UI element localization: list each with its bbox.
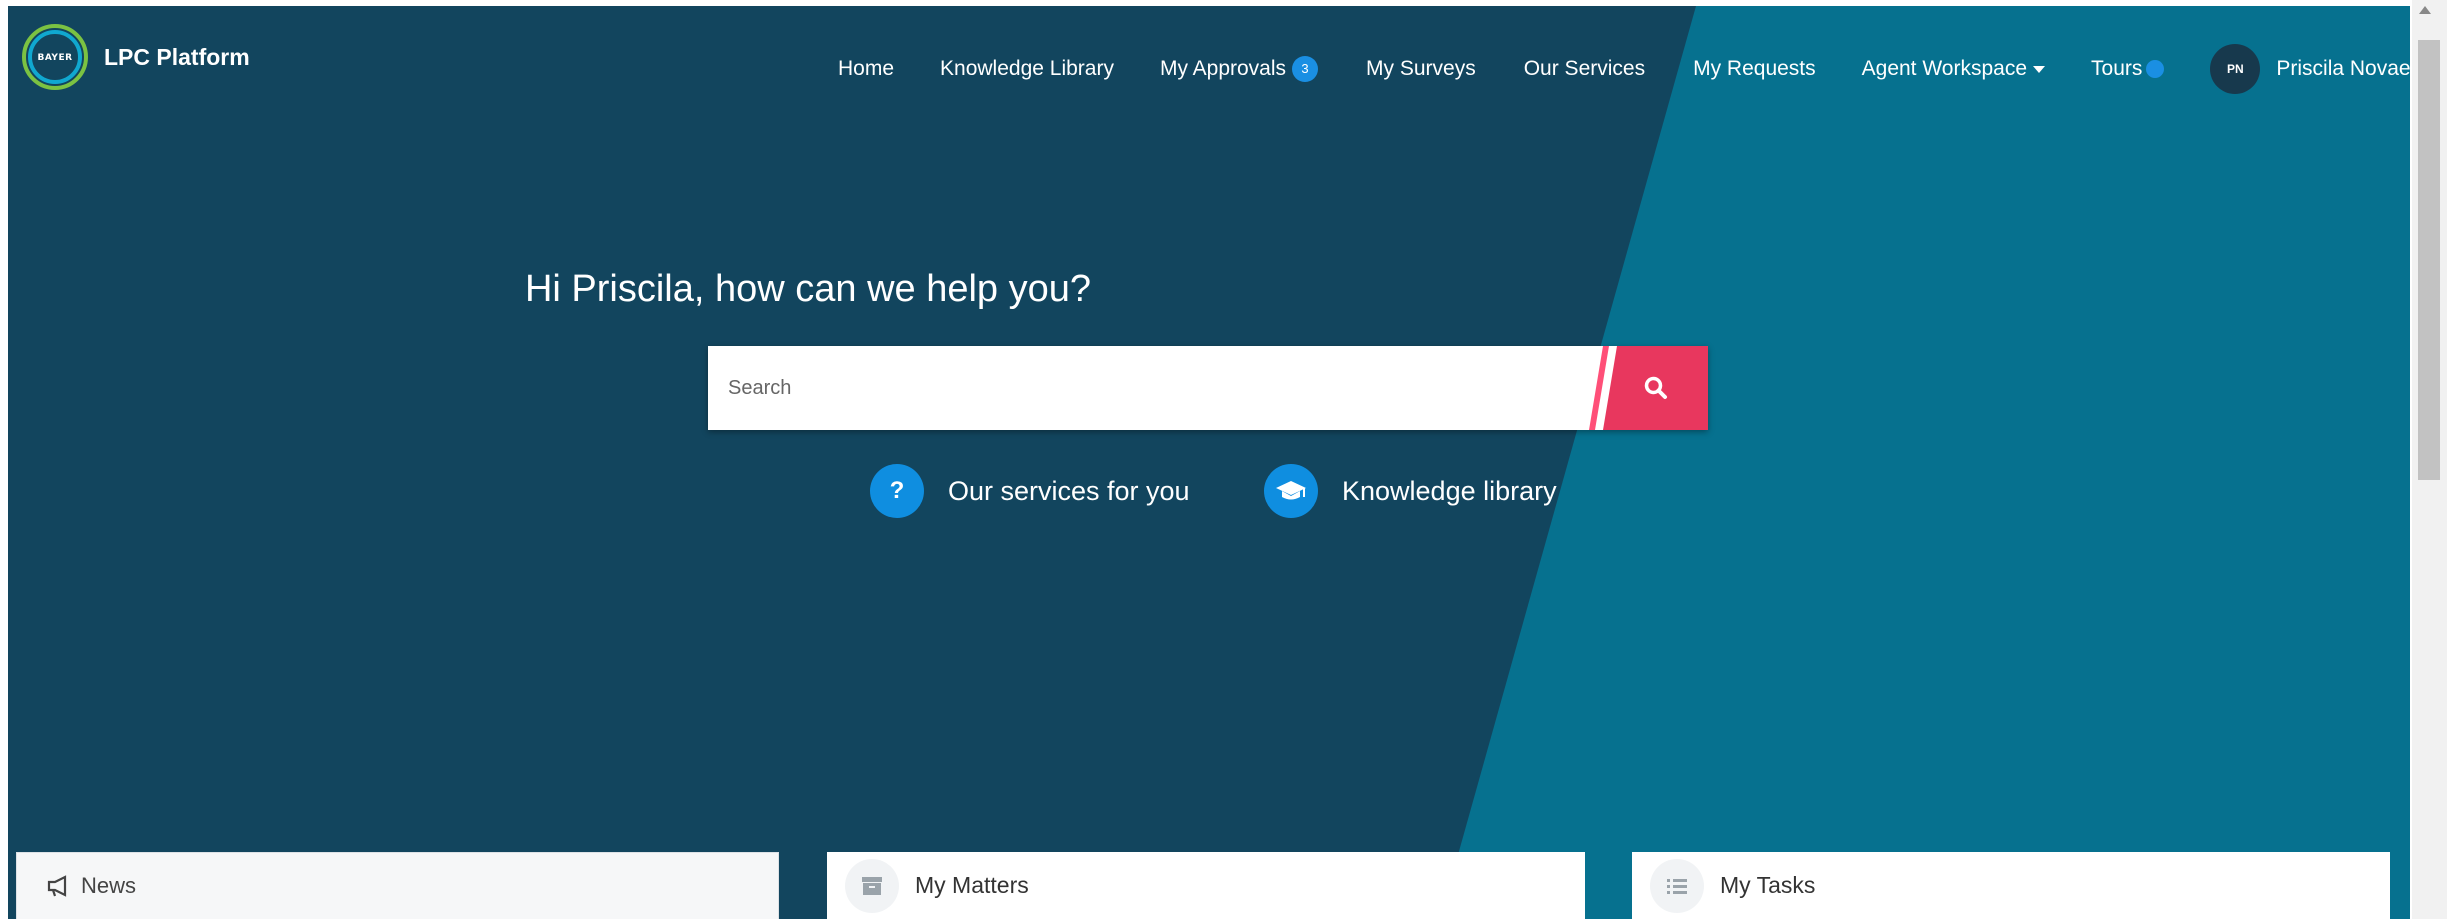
scrollbar-thumb[interactable] — [2418, 40, 2440, 480]
nav-my-approvals-label: My Approvals — [1159, 57, 1287, 80]
user-name: Priscila Novaes — [2276, 57, 2410, 80]
scroll-up-arrow-icon[interactable] — [2419, 6, 2431, 14]
question-icon: ? — [870, 464, 924, 518]
approvals-count-badge: 3 — [1292, 56, 1319, 82]
quick-link-knowledge[interactable]: Knowledge library — [1264, 464, 1557, 518]
news-title: News — [81, 873, 137, 898]
caret-down-icon — [2033, 65, 2046, 73]
quick-link-services-label: Our services for you — [948, 475, 1190, 506]
graduation-cap-icon — [1264, 464, 1318, 518]
hero-banner: BAYER LPC Platform Home Knowledge Librar… — [8, 6, 2410, 919]
news-card: News — [16, 852, 779, 919]
hero-diagonal-background — [1440, 6, 2410, 919]
nav-agent-workspace[interactable]: Agent Workspace — [1861, 57, 2046, 81]
nav-knowledge-library[interactable]: Knowledge Library — [940, 57, 1114, 81]
brand[interactable]: BAYER LPC Platform — [22, 24, 250, 90]
tours-indicator-dot — [2146, 60, 2165, 78]
nav-my-requests[interactable]: My Requests — [1693, 57, 1816, 81]
search-icon — [1644, 376, 1667, 399]
nav-menu: Home Knowledge Library My Approvals 3 My… — [838, 44, 2410, 94]
search-button[interactable] — [1603, 346, 1708, 430]
bayer-logo-icon: BAYER — [22, 24, 88, 90]
avatar: PN — [2210, 44, 2261, 94]
my-tasks-title: My Tasks — [1720, 872, 1816, 898]
search-input[interactable] — [708, 346, 1588, 430]
my-matters-title: My Matters — [915, 872, 1029, 898]
megaphone-icon — [47, 875, 67, 897]
nav-tours[interactable]: Tours — [2091, 57, 2165, 81]
logo-text: BAYER — [37, 53, 73, 63]
nav-tours-label: Tours — [2091, 57, 2143, 80]
nav-our-services[interactable]: Our Services — [1524, 57, 1645, 81]
my-matters-card: My Matters — [827, 852, 1585, 919]
top-navigation: BAYER LPC Platform Home Knowledge Librar… — [8, 6, 2410, 112]
my-tasks-card: My Tasks — [1632, 852, 2390, 919]
hero-greeting: Hi Priscila, how can we help you? — [524, 268, 1092, 310]
user-menu[interactable]: PN Priscila Novaes — [2210, 44, 2410, 94]
nav-agent-workspace-label: Agent Workspace — [1861, 57, 2028, 80]
list-icon — [1650, 858, 1704, 913]
quick-link-knowledge-label: Knowledge library — [1342, 475, 1557, 506]
nav-my-approvals[interactable]: My Approvals 3 — [1159, 56, 1319, 82]
search-bar — [708, 346, 1708, 430]
app-name: LPC Platform — [104, 43, 250, 70]
quick-link-services[interactable]: ? Our services for you — [870, 464, 1190, 518]
nav-my-surveys[interactable]: My Surveys — [1366, 57, 1476, 81]
nav-home[interactable]: Home — [838, 57, 894, 81]
archive-icon — [845, 858, 899, 913]
